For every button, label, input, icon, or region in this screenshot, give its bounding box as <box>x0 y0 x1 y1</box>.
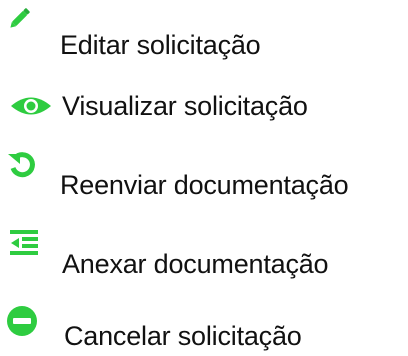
cancel-request-label: Cancelar solicitação <box>64 321 302 351</box>
cancel-request-action[interactable]: Cancelar solicitação <box>0 294 408 354</box>
attach-docs-action[interactable]: Anexar documentação <box>0 220 408 280</box>
attach-docs-label: Anexar documentação <box>62 249 329 279</box>
pencil-icon[interactable] <box>8 4 34 30</box>
resend-docs-action[interactable]: Reenviar documentação <box>0 140 408 200</box>
resend-docs-label: Reenviar documentação <box>60 170 349 200</box>
view-request-action[interactable]: Visualizar solicitação <box>0 82 408 142</box>
indent-list-icon[interactable] <box>10 230 40 256</box>
view-request-label: Visualizar solicitação <box>62 91 308 121</box>
edit-request-label: Editar solicitação <box>60 30 261 60</box>
edit-request-action[interactable]: Editar solicitação <box>0 0 408 60</box>
eye-icon[interactable] <box>10 95 52 117</box>
undo-icon[interactable] <box>6 148 38 180</box>
minus-circle-icon[interactable] <box>6 305 38 337</box>
